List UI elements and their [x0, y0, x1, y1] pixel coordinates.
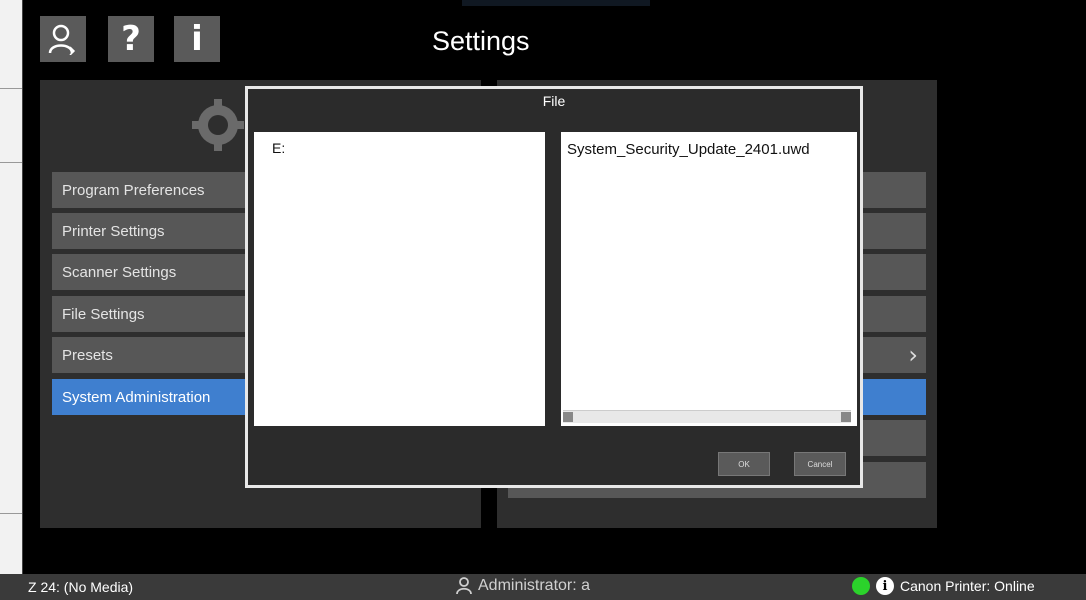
file-list[interactable]: System_Security_Update_2401.uwd — [561, 132, 857, 426]
user-label: Administrator: a — [478, 577, 591, 594]
user-menu-button[interactable] — [40, 16, 86, 62]
right-list-item[interactable] — [860, 462, 926, 498]
right-list-item[interactable] — [860, 296, 926, 332]
left-margin — [0, 0, 23, 600]
right-list-item[interactable] — [860, 172, 926, 208]
ok-button[interactable]: OK — [718, 452, 770, 476]
printer-status-label: Canon Printer: Online — [900, 578, 1035, 594]
sidebar-item-label: File Settings — [62, 305, 145, 323]
help-button[interactable]: ? — [108, 16, 154, 62]
printer-status[interactable]: i Canon Printer: Online — [852, 577, 1035, 595]
margin-divider — [0, 88, 22, 89]
margin-divider — [0, 513, 22, 514]
margin-divider — [0, 162, 22, 163]
user-icon — [48, 24, 76, 55]
right-list-item[interactable] — [860, 420, 926, 456]
sidebar-item-label: Presets — [62, 346, 113, 364]
info-button[interactable]: i — [174, 16, 220, 62]
top-accent — [462, 0, 650, 6]
gear-icon — [188, 95, 248, 159]
info-icon: i — [191, 19, 203, 59]
list-item-file[interactable]: System_Security_Update_2401.uwd — [567, 141, 810, 158]
file-dialog: File E: System_Security_Update_2401.uwd … — [245, 86, 863, 488]
online-status-icon — [852, 577, 870, 595]
current-user[interactable]: Administrator: a — [456, 577, 590, 595]
sidebar-item-label: Program Preferences — [62, 181, 205, 199]
cancel-button[interactable]: Cancel — [794, 452, 846, 476]
chevron-right-icon: › — [908, 341, 918, 369]
horizontal-scrollbar[interactable] — [563, 410, 851, 423]
help-icon: ? — [121, 19, 141, 59]
status-bar: Z 24: (No Media) Administrator: a i Cano… — [0, 574, 1086, 600]
dialog-title: File — [542, 93, 566, 109]
scroll-left-icon[interactable] — [563, 412, 573, 422]
sidebar-item-label: Printer Settings — [62, 222, 165, 240]
page-title: Settings — [432, 26, 530, 56]
sidebar-item-label: Scanner Settings — [62, 263, 177, 281]
user-icon — [456, 577, 472, 595]
right-list-item[interactable] — [860, 254, 926, 290]
info-icon[interactable]: i — [876, 577, 894, 595]
drive-list[interactable]: E: — [254, 132, 545, 426]
list-item-drive[interactable]: E: — [272, 140, 285, 156]
right-list-item-selected[interactable] — [860, 379, 926, 415]
right-list-item[interactable] — [860, 213, 926, 249]
sidebar-item-label: System Administration — [62, 388, 211, 406]
right-list-item-expandable[interactable]: › — [860, 337, 926, 373]
scroll-right-icon[interactable] — [841, 412, 851, 422]
media-status: Z 24: (No Media) — [28, 579, 134, 595]
